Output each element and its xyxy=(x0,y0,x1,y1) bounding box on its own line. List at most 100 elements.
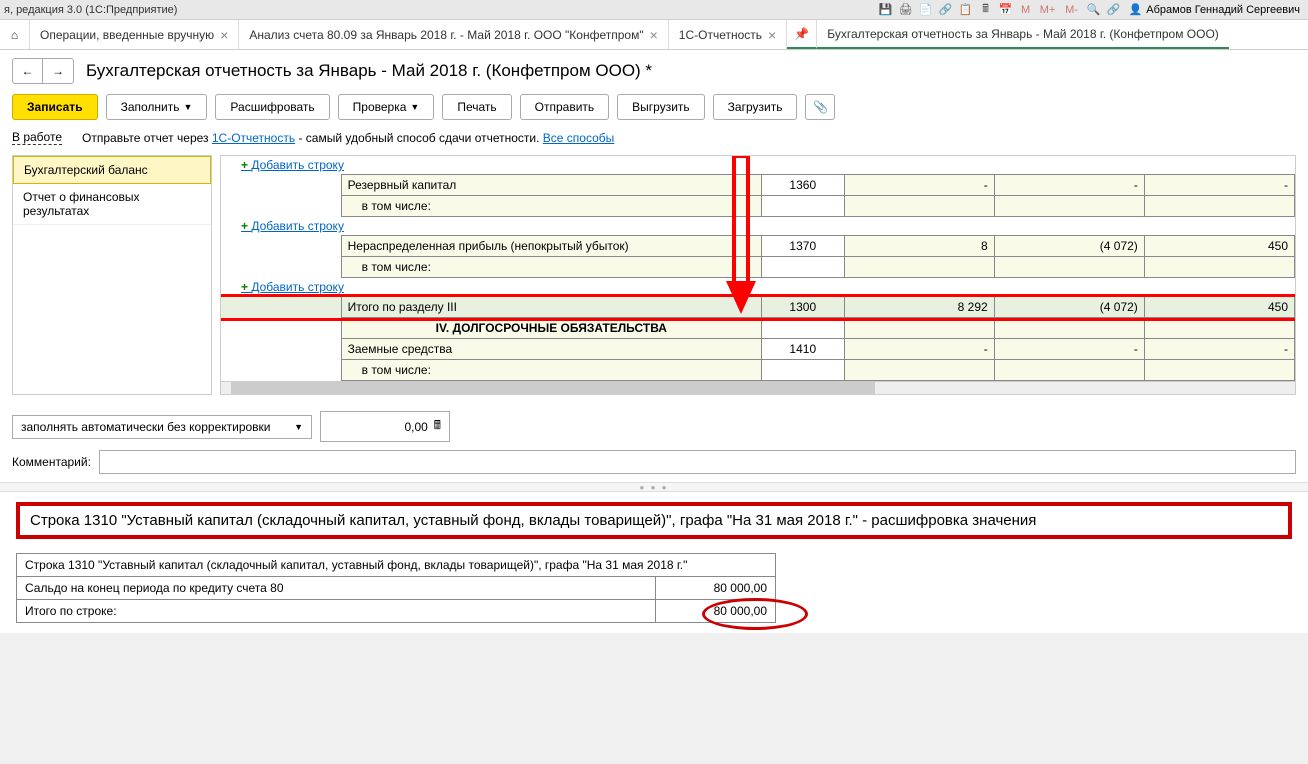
tab-operations[interactable]: Операции, введенные вручную × xyxy=(30,20,239,49)
close-icon[interactable]: × xyxy=(220,27,228,43)
num-value: 0,00 xyxy=(404,420,427,434)
bottom-controls: заполнять автоматически без корректировк… xyxy=(0,403,1308,482)
cell-name[interactable]: Резервный капитал xyxy=(341,175,761,196)
titlebar: я, редакция 3.0 (1С:Предприятие) 💾 🖨 📄 🔗… xyxy=(0,0,1308,20)
cell-code: 1360 xyxy=(762,175,845,196)
splitter[interactable]: ● ● ● xyxy=(0,482,1308,492)
save-icon[interactable]: 💾 xyxy=(877,2,895,18)
status-link[interactable]: В работе xyxy=(12,130,62,145)
tab-pin[interactable]: 📌 xyxy=(787,20,817,49)
fill-button[interactable]: Заполнить▼ xyxy=(106,94,208,120)
paperclip-icon: 📎 xyxy=(813,100,828,114)
btn-label: Проверка xyxy=(353,100,407,114)
cell-val[interactable] xyxy=(1144,196,1294,217)
check-button[interactable]: Проверка▼ xyxy=(338,94,435,120)
add-row-link[interactable]: Добавить строку xyxy=(221,278,1295,296)
table-row: Заемные средства1410 xyxy=(221,339,1295,360)
pin-icon: 📌 xyxy=(794,27,809,41)
home-tab[interactable]: ⌂ xyxy=(0,20,30,49)
table-row: в том числе: xyxy=(221,360,1295,381)
cell-val[interactable] xyxy=(994,175,1144,196)
content: ← → Бухгалтерская отчетность за Январь -… xyxy=(0,50,1308,403)
forward-button[interactable]: → xyxy=(43,59,73,83)
link2-icon[interactable]: 🔗 xyxy=(937,2,955,18)
table-row: Итого по строке:80 000,00 xyxy=(17,600,776,623)
print-icon[interactable]: 🖨 xyxy=(897,2,915,18)
cell-val[interactable] xyxy=(1144,257,1294,278)
attach-button[interactable]: 📎 xyxy=(805,94,835,120)
home-icon: ⌂ xyxy=(11,28,18,42)
detail-total: 80 000,00 xyxy=(656,600,776,623)
value-input[interactable]: 0,00 🖩 xyxy=(320,411,450,442)
table-row: Сальдо на конец периода по кредиту счета… xyxy=(17,577,776,600)
sidebar-item-balance[interactable]: Бухгалтерский баланс xyxy=(13,156,211,184)
detail-label: Итого по строке: xyxy=(17,600,656,623)
cell-val[interactable]: 8 xyxy=(844,236,994,257)
zoom-in-icon[interactable]: 🔍 xyxy=(1085,2,1103,18)
horizontal-scrollbar[interactable] xyxy=(221,381,1295,395)
clipboard-icon[interactable]: 📋 xyxy=(957,2,975,18)
calc-icon[interactable]: 🖩 xyxy=(434,416,441,437)
cell-val[interactable] xyxy=(844,175,994,196)
upload-button[interactable]: Выгрузить xyxy=(617,94,705,120)
tabbar: ⌂ Операции, введенные вручную × Анализ с… xyxy=(0,20,1308,50)
add-row-link[interactable]: Добавить строку xyxy=(221,156,1295,174)
decode-button[interactable]: Расшифровать xyxy=(215,94,329,120)
cell-val[interactable] xyxy=(994,196,1144,217)
fill-mode-select[interactable]: заполнять автоматически без корректировк… xyxy=(12,415,312,439)
btn-label: Заполнить xyxy=(121,100,180,114)
cell-val[interactable]: 450 xyxy=(1144,297,1294,318)
write-button[interactable]: Записать xyxy=(12,94,98,120)
caret-icon: ▼ xyxy=(294,422,303,432)
cell-val[interactable] xyxy=(1144,175,1294,196)
print-button[interactable]: Печать xyxy=(442,94,511,120)
cell-val[interactable] xyxy=(994,339,1144,360)
cell-name[interactable]: в том числе: xyxy=(341,360,761,381)
cell-name[interactable]: Нераспределенная прибыль (непокрытый убы… xyxy=(341,236,761,257)
tab-reporting[interactable]: 1С-Отчетность × xyxy=(669,20,787,49)
comment-input[interactable] xyxy=(99,450,1296,474)
cell-name[interactable]: Заемные средства xyxy=(341,339,761,360)
download-button[interactable]: Загрузить xyxy=(713,94,798,120)
hint-post: - самый удобный способ сдачи отчетности. xyxy=(295,131,543,145)
cell-val[interactable] xyxy=(1144,339,1294,360)
table-area[interactable]: Добавить строку Резервный капитал1360 в … xyxy=(220,155,1296,395)
cell-name[interactable]: в том числе: xyxy=(341,196,761,217)
caret-icon: ▼ xyxy=(410,102,419,112)
add-row-link[interactable]: Добавить строку xyxy=(221,217,1295,235)
cell-val[interactable] xyxy=(844,339,994,360)
detail-value: 80 000,00 xyxy=(656,577,776,600)
cell-name[interactable]: в том числе: xyxy=(341,257,761,278)
app-title: я, редакция 3.0 (1С:Предприятие) xyxy=(4,4,177,16)
all-ways-link[interactable]: Все способы xyxy=(543,131,615,145)
cell-val[interactable] xyxy=(844,196,994,217)
doc-icon[interactable]: 📄 xyxy=(917,2,935,18)
m-minus-button[interactable]: M- xyxy=(1061,2,1083,18)
cell-name[interactable]: Итого по разделу III xyxy=(341,297,761,318)
send-button[interactable]: Отправить xyxy=(520,94,610,120)
user-menu[interactable]: 👤 Абрамов Геннадий Сергеевич xyxy=(1125,3,1304,16)
cell-val[interactable] xyxy=(994,257,1144,278)
m-button[interactable]: M xyxy=(1017,2,1035,18)
tab-label: Анализ счета 80.09 за Январь 2018 г. - М… xyxy=(249,28,643,42)
cell-val[interactable]: (4 072) xyxy=(994,297,1144,318)
cell-val[interactable]: (4 072) xyxy=(994,236,1144,257)
toolbar: Записать Заполнить▼ Расшифровать Проверк… xyxy=(12,94,1296,120)
reporting-link[interactable]: 1С-Отчетность xyxy=(212,131,295,145)
cell-val[interactable] xyxy=(844,257,994,278)
balance-table: Нераспределенная прибыль (непокрытый убы… xyxy=(221,235,1295,278)
tab-current[interactable]: Бухгалтерская отчетность за Январь - Май… xyxy=(817,20,1229,49)
back-button[interactable]: ← xyxy=(13,59,43,83)
m-plus-button[interactable]: M+ xyxy=(1037,2,1059,18)
hint-pre: Отправьте отчет через xyxy=(82,131,212,145)
cell-val[interactable]: 8 292 xyxy=(844,297,994,318)
close-icon[interactable]: × xyxy=(768,27,776,43)
close-icon[interactable]: × xyxy=(650,27,658,43)
mode-row: заполнять автоматически без корректировк… xyxy=(12,411,1296,442)
calendar-icon[interactable]: 📅 xyxy=(997,2,1015,18)
cell-val[interactable]: 450 xyxy=(1144,236,1294,257)
tab-analysis[interactable]: Анализ счета 80.09 за Январь 2018 г. - М… xyxy=(239,20,668,49)
link-icon[interactable]: 🔗 xyxy=(1105,2,1123,18)
calc-icon[interactable]: 🖩 xyxy=(977,2,995,18)
sidebar-item-finresults[interactable]: Отчет о финансовых результатах xyxy=(13,184,211,225)
